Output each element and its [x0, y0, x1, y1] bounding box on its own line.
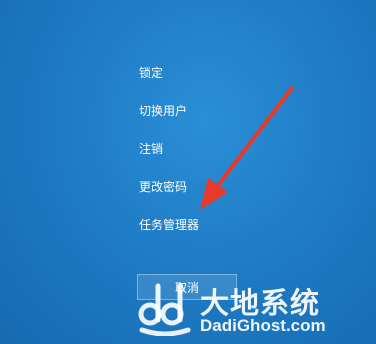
ctrl-alt-del-menu: 锁定 切换用户 注销 更改密码 任务管理器 — [139, 62, 279, 252]
watermark: 大地系统 DadiGhost.com — [136, 278, 368, 338]
menu-item-change-password[interactable]: 更改密码 — [139, 176, 279, 214]
menu-item-task-manager[interactable]: 任务管理器 — [139, 214, 279, 252]
menu-item-switch-user[interactable]: 切换用户 — [139, 100, 279, 138]
watermark-url: DadiGhost.com — [200, 316, 326, 335]
menu-item-lock[interactable]: 锁定 — [139, 62, 279, 100]
dadi-logo-icon — [138, 283, 191, 336]
menu-item-log-off[interactable]: 注销 — [139, 138, 279, 176]
